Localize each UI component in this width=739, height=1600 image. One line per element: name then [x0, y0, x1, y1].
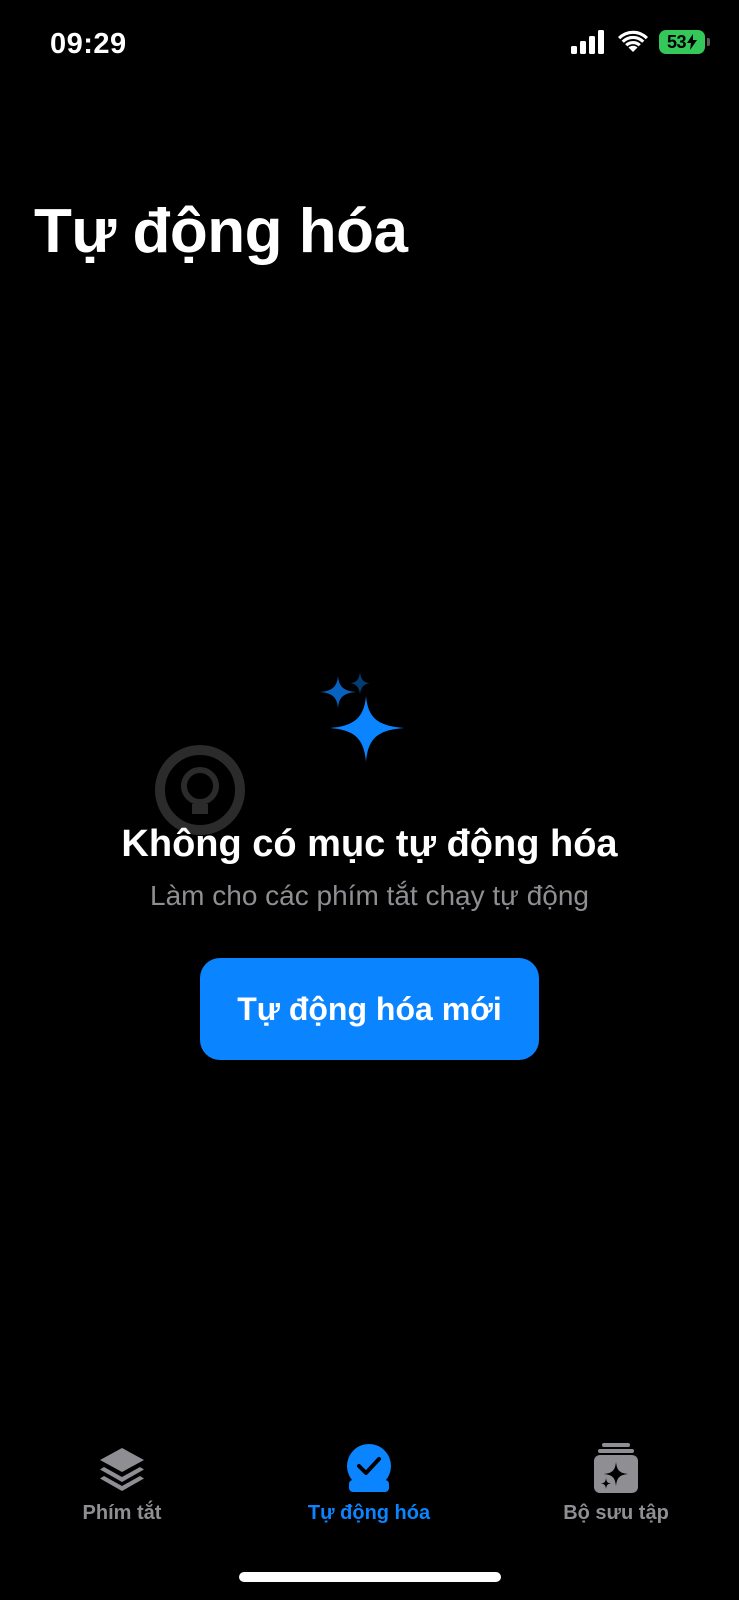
tab-shortcuts[interactable]: Phím tắt	[22, 1440, 222, 1525]
charging-bolt-icon	[687, 34, 698, 50]
tab-bar: Phím tắt Tự động hóa Bộ sưu tập	[0, 1440, 739, 1550]
battery-level: 53	[666, 31, 687, 52]
wifi-icon	[618, 30, 648, 52]
cellular-signal-icon	[571, 30, 607, 54]
layers-icon	[100, 1448, 144, 1491]
tab-automation[interactable]: Tự động hóa	[269, 1440, 469, 1525]
gallery-sparkle-icon	[594, 1443, 638, 1493]
home-indicator[interactable]	[239, 1572, 501, 1582]
tab-label: Bộ sưu tập	[563, 1502, 669, 1524]
tab-gallery[interactable]: Bộ sưu tập	[516, 1440, 716, 1525]
page-title: Tự động hóa	[34, 197, 408, 266]
sparkles-icon	[320, 672, 404, 762]
status-icons: 53	[571, 30, 710, 54]
tab-label: Phím tắt	[82, 1502, 162, 1524]
clock-check-icon	[347, 1444, 391, 1492]
status-time: 09:29	[50, 28, 127, 60]
new-automation-button[interactable]: Tự động hóa mới	[200, 958, 539, 1060]
empty-state-title: Không có mục tự động hóa	[121, 823, 618, 865]
battery-icon: 53	[659, 30, 710, 54]
tab-label: Tự động hóa	[307, 1502, 431, 1524]
battery-cap	[707, 38, 710, 46]
empty-state-subtitle: Làm cho các phím tắt chạy tự động	[150, 880, 589, 911]
status-bar: 09:29 53	[0, 0, 739, 92]
